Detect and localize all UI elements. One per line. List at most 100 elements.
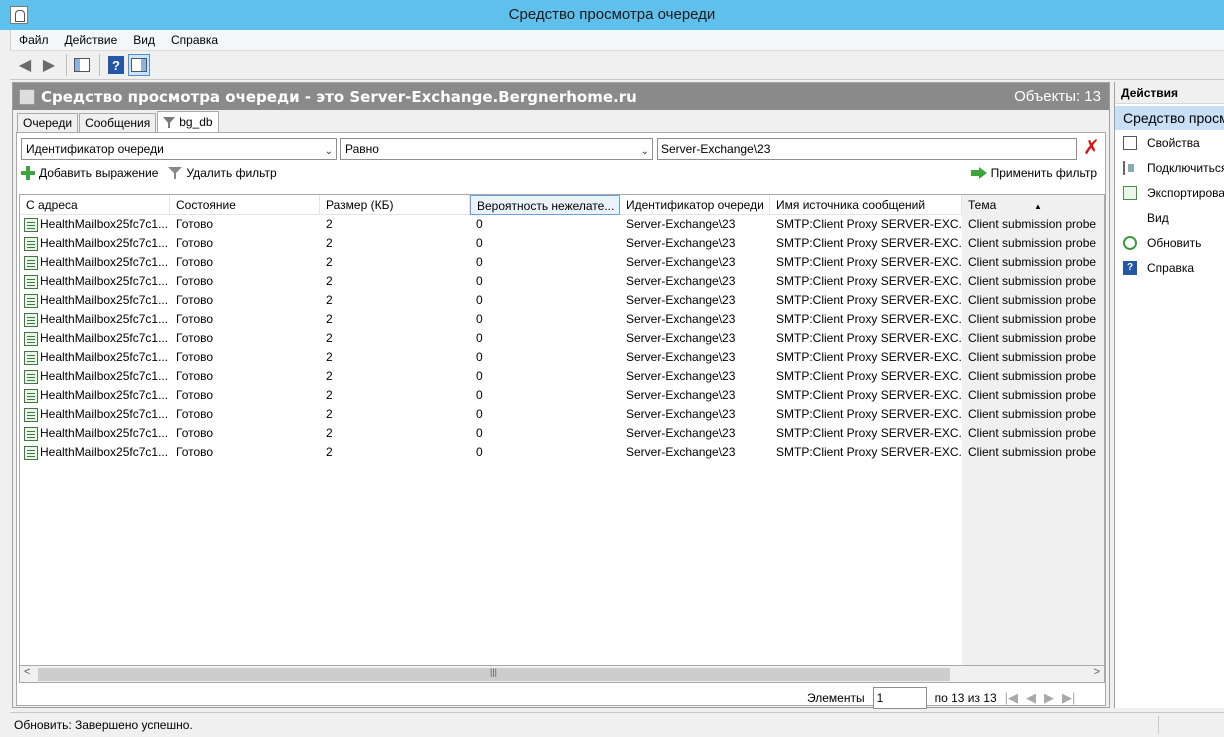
filter-value-input[interactable]: Server-Exchange\23 [657, 138, 1077, 160]
show-hide-console-tree-icon[interactable] [71, 54, 93, 76]
remove-filter-icon [168, 166, 183, 180]
table-row[interactable]: HealthMailbox25fc7c1... Готово 2 0 Server-Ex… [20, 310, 1104, 329]
forward-arrow-icon[interactable]: ▶ [38, 54, 60, 76]
add-expression-button[interactable]: Добавить выражение [39, 166, 158, 180]
column-header-source[interactable]: Имя источника сообщений [770, 195, 962, 215]
cell-scl: 0 [476, 350, 483, 364]
apply-filter-label: Применить фильтр [990, 166, 1097, 180]
cell-source: SMTP:Client Proxy SERVER-EXC... [776, 426, 962, 440]
cell-size: 2 [326, 426, 333, 440]
action-label: Справка [1147, 260, 1195, 275]
scroll-left-icon[interactable]: < [24, 666, 30, 678]
table-row[interactable]: HealthMailbox25fc7c1... Готово 2 0 Server-Ex… [20, 253, 1104, 272]
cell-scl: 0 [476, 274, 483, 288]
cell-scl: 0 [476, 445, 483, 459]
back-arrow-icon[interactable]: ◀ [14, 54, 36, 76]
action-export[interactable]: Экспортировать список... [1115, 180, 1224, 205]
message-icon [24, 293, 38, 308]
cell-size: 2 [326, 293, 333, 307]
filter-field-select[interactable]: Идентификатор очереди ⌄ [21, 138, 337, 160]
cell-scl: 0 [476, 331, 483, 345]
remove-expression-icon[interactable]: ✗ [1083, 138, 1100, 158]
column-header-size[interactable]: Размер (КБ) [320, 195, 470, 215]
pager-range: по 13 из 13 [934, 691, 997, 705]
table-row[interactable]: HealthMailbox25fc7c1... Готово 2 0 Server-Ex… [20, 424, 1104, 443]
tab-queues[interactable]: Очереди [17, 113, 79, 132]
column-header-from[interactable]: С адреса [20, 195, 170, 215]
cell-status: Готово [176, 331, 214, 345]
chevron-down-icon: ⌄ [324, 146, 333, 157]
pager-label: Элементы [807, 691, 865, 705]
grid-header: С адреса Состояние Размер (КБ) Вероятнос… [20, 195, 1104, 215]
horizontal-scrollbar[interactable]: < ||| > [19, 666, 1105, 683]
cell-size: 2 [326, 445, 333, 459]
menu-help[interactable]: Справка [163, 30, 226, 50]
next-page-icon[interactable]: ▶ [1044, 690, 1054, 706]
remove-filter-button[interactable]: Удалить фильтр [186, 166, 276, 180]
show-hide-action-pane-icon[interactable] [128, 54, 150, 76]
filter-field-value: Идентификатор очереди [26, 142, 164, 156]
cell-status: Готово [176, 217, 214, 231]
cell-from-text: HealthMailbox25fc7c1... [40, 369, 169, 383]
table-row[interactable]: HealthMailbox25fc7c1... Готово 2 0 Server-Ex… [20, 405, 1104, 424]
cell-status: Готово [176, 426, 214, 440]
refresh-icon [1123, 235, 1137, 250]
actions-section-title[interactable]: Средство просмотра очереди [1115, 106, 1224, 130]
action-properties[interactable]: Свойства [1115, 130, 1224, 155]
previous-page-icon[interactable]: ◀ [1026, 690, 1036, 706]
cell-subject: Client submission probe [962, 215, 1104, 234]
table-row[interactable]: HealthMailbox25fc7c1... Готово 2 0 Server-Ex… [20, 329, 1104, 348]
menu-view[interactable]: Вид [125, 30, 163, 50]
action-connect[interactable]: Подключиться к серверу... [1115, 155, 1224, 180]
table-row[interactable]: HealthMailbox25fc7c1... Готово 2 0 Server-Ex… [20, 386, 1104, 405]
tab-bg-db[interactable]: bg_db [157, 111, 219, 132]
tab-messages[interactable]: Сообщения [79, 113, 157, 132]
menu-action[interactable]: Действие [57, 30, 126, 50]
column-header-scl[interactable]: Вероятность нежелате... [470, 195, 620, 215]
action-view[interactable]: Вид [1115, 205, 1224, 230]
table-row[interactable]: HealthMailbox25fc7c1... Готово 2 0 Server-Ex… [20, 215, 1104, 234]
column-header-subject[interactable]: Тема ▲ [962, 195, 1104, 215]
connect-icon [1123, 160, 1137, 175]
pager-current-input[interactable] [872, 687, 927, 709]
table-row[interactable]: HealthMailbox25fc7c1... Готово 2 0 Server-Ex… [20, 234, 1104, 253]
table-row[interactable]: HealthMailbox25fc7c1... Готово 2 0 Server-Ex… [20, 367, 1104, 386]
cell-status: Готово [176, 407, 214, 421]
table-row[interactable]: HealthMailbox25fc7c1... Готово 2 0 Server-Ex… [20, 443, 1104, 462]
menu-file[interactable]: Файл [11, 30, 57, 50]
cell-scl: 0 [476, 426, 483, 440]
cell-scl: 0 [476, 293, 483, 307]
cell-subject: Client submission probe [962, 329, 1104, 348]
table-row[interactable]: HealthMailbox25fc7c1... Готово 2 0 Server-Ex… [20, 272, 1104, 291]
cell-source: SMTP:Client Proxy SERVER-EXC... [776, 236, 962, 250]
blank-icon [1123, 211, 1137, 225]
cell-status: Готово [176, 388, 214, 402]
cell-subject: Client submission probe [962, 386, 1104, 405]
message-icon [24, 388, 38, 403]
cell-subject: Client submission probe [962, 424, 1104, 443]
action-refresh[interactable]: Обновить [1115, 230, 1224, 255]
action-label: Экспортировать список... [1147, 185, 1224, 200]
table-row[interactable]: HealthMailbox25fc7c1... Готово 2 0 Server-Ex… [20, 348, 1104, 367]
table-row[interactable]: HealthMailbox25fc7c1... Готово 2 0 Server-Ex… [20, 291, 1104, 310]
column-header-status[interactable]: Состояние [170, 195, 320, 215]
action-help[interactable]: ? Справка [1115, 255, 1224, 280]
apply-filter-button[interactable]: Применить фильтр [970, 166, 1097, 180]
filter-icon [163, 116, 176, 128]
last-page-icon[interactable]: ▶| [1062, 690, 1075, 706]
cell-from-text: HealthMailbox25fc7c1... [40, 312, 169, 326]
first-page-icon[interactable]: |◀ [1005, 690, 1018, 706]
cell-from: HealthMailbox25fc7c1... [20, 329, 170, 348]
cell-queue-id: Server-Exchange\23 [626, 445, 736, 459]
help-icon[interactable]: ? [108, 56, 124, 74]
message-icon [24, 445, 38, 460]
cell-from-text: HealthMailbox25fc7c1... [40, 407, 169, 421]
cell-status: Готово [176, 445, 214, 459]
message-icon [24, 236, 38, 251]
help-icon: ? [1123, 260, 1137, 275]
filter-operator-select[interactable]: Равно ⌄ [340, 138, 653, 160]
cell-source: SMTP:Client Proxy SERVER-EXC... [776, 255, 962, 269]
cell-scl: 0 [476, 236, 483, 250]
column-header-queue-id[interactable]: Идентификатор очереди [620, 195, 770, 215]
scroll-right-icon[interactable]: > [1094, 666, 1100, 678]
